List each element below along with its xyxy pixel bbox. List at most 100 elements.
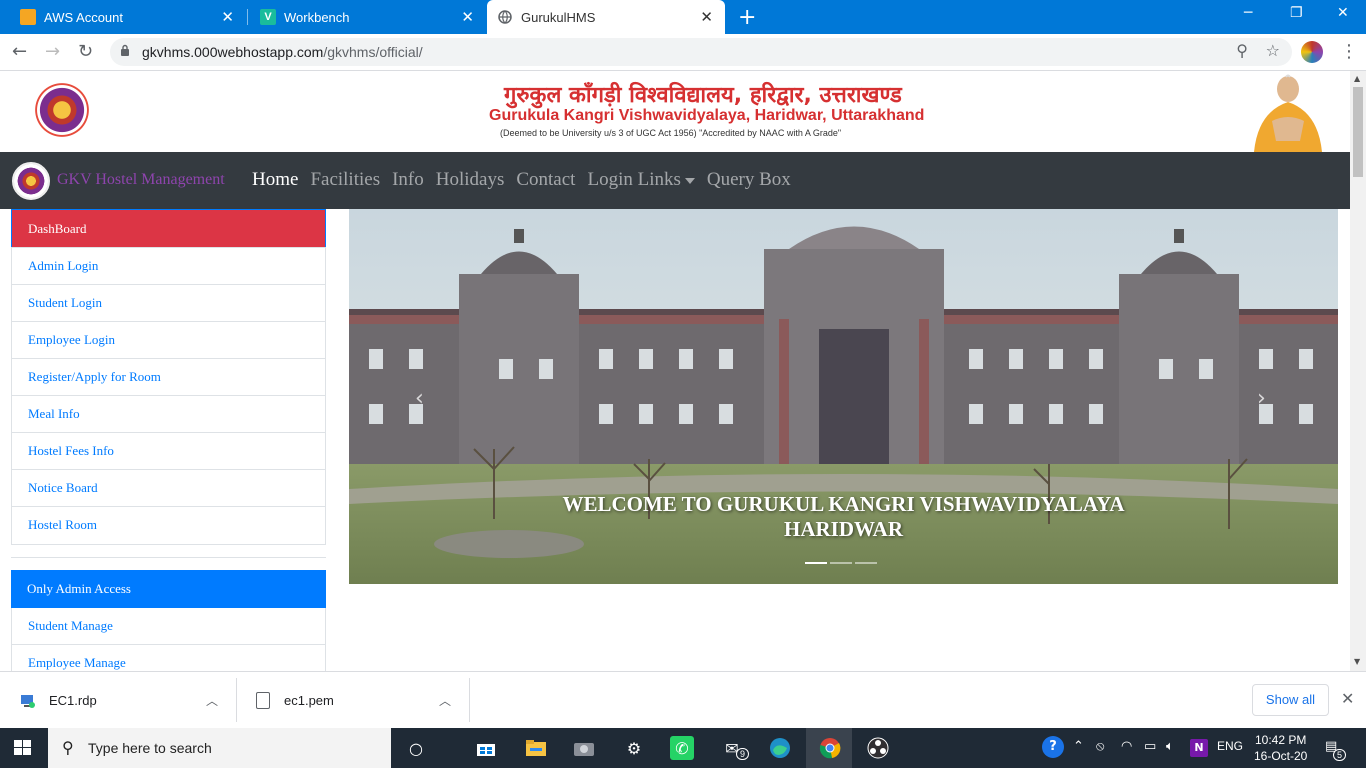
nav-links: Home Facilities Info Holidays Contact Lo… — [252, 169, 803, 191]
obs-icon[interactable] — [866, 736, 890, 760]
close-tab-icon[interactable]: ✕ — [221, 8, 234, 26]
nav-facilities[interactable]: Facilities — [310, 169, 380, 191]
new-tab-plus-icon[interactable]: + — [738, 5, 756, 30]
sidebar-item-student-manage[interactable]: Student Manage — [12, 608, 325, 645]
founder-portrait-image — [1248, 71, 1328, 152]
url-text[interactable]: gkvhms.000webhostapp.com/gkvhms/official… — [142, 44, 423, 60]
chevron-up-icon[interactable]: ︿ — [439, 692, 451, 709]
dashboard-list: Admin Login Student Login Employee Login… — [11, 247, 326, 545]
download-item-ec1-pem[interactable]: ec1.pem ︿ — [256, 672, 451, 729]
back-arrow-icon[interactable]: ← — [12, 41, 27, 62]
remote-desktop-file-icon — [21, 694, 35, 708]
settings-gear-icon[interactable]: ⚙ — [622, 736, 646, 760]
language-indicator[interactable]: ENG — [1217, 739, 1243, 753]
reload-icon[interactable]: ↻ — [78, 41, 93, 62]
file-explorer-icon[interactable] — [524, 736, 548, 760]
sidebar-item-student-login[interactable]: Student Login — [12, 285, 325, 322]
tab-title: Workbench — [284, 9, 350, 25]
taskbar-clock[interactable]: 10:42 PM 16-Oct-20 — [1254, 732, 1307, 764]
chevron-up-tray-icon[interactable]: ⌃ — [1073, 739, 1084, 754]
close-shelf-icon[interactable]: ✕ — [1341, 689, 1354, 708]
download-shelf: EC1.rdp ︿ ec1.pem ︿ Show all ✕ — [0, 671, 1366, 728]
carousel-next-icon[interactable]: › — [1257, 386, 1266, 411]
nav-holidays[interactable]: Holidays — [436, 169, 505, 191]
carousel-caption-line1: WELCOME TO GURUKUL KANGRI VISHWAVIDYALAY… — [562, 492, 1125, 516]
tab-aws-account[interactable]: AWS Account ✕ — [10, 0, 246, 34]
help-question-icon[interactable]: ? — [1042, 736, 1064, 758]
carousel-indicator[interactable] — [805, 562, 827, 564]
address-bar[interactable]: gkvhms.000webhostapp.com/gkvhms/official… — [110, 38, 1292, 66]
windows-taskbar: ⚲ Type here to search ○ ⚙ ✆ ✉ 9 ? ⌃ ⦸ ◠ … — [0, 728, 1366, 768]
globe-icon — [497, 9, 513, 25]
sidebar-item-notice-board[interactable]: Notice Board — [12, 470, 325, 507]
admin-access-header: Only Admin Access — [11, 570, 326, 608]
whatsapp-icon[interactable]: ✆ — [670, 736, 694, 760]
windows-start-icon[interactable] — [14, 740, 32, 756]
download-separator — [236, 678, 237, 722]
navbar-logo[interactable] — [12, 162, 50, 200]
sidebar-item-employee-manage[interactable]: Employee Manage — [12, 645, 325, 671]
profile-avatar[interactable] — [1301, 41, 1323, 63]
network-off-icon[interactable]: ⦸ — [1096, 739, 1104, 754]
sidebar-item-hostel-room[interactable]: Hostel Room — [12, 507, 325, 544]
university-banner: गुरुकुल काँगड़ी विश्वविद्यालय, हरिद्वार,… — [0, 71, 1350, 152]
carousel-prev-icon[interactable]: ‹ — [415, 386, 424, 411]
zoom-icon[interactable]: ⚲ — [1236, 41, 1248, 60]
cortana-icon[interactable]: ○ — [404, 736, 428, 760]
lock-icon — [121, 44, 129, 56]
sidebar-item-admin-login[interactable]: Admin Login — [12, 248, 325, 285]
page-scrollbar[interactable]: ▲ ▼ — [1350, 71, 1366, 671]
browser-tab-strip: AWS Account ✕ V Workbench ✕ GurukulHMS ✕… — [0, 0, 1366, 34]
close-tab-icon[interactable]: ✕ — [700, 8, 713, 26]
store-icon[interactable] — [474, 736, 498, 760]
nav-query-box[interactable]: Query Box — [707, 169, 791, 191]
nav-login-links-dropdown[interactable]: Login Links — [587, 169, 695, 191]
sidebar-item-hostel-fees-info[interactable]: Hostel Fees Info — [12, 433, 325, 470]
sidebar-item-register-apply-room[interactable]: Register/Apply for Room — [12, 359, 325, 396]
scroll-down-icon[interactable]: ▼ — [1354, 657, 1360, 666]
dashboard-header: DashBoard — [11, 209, 326, 247]
tab-workbench[interactable]: V Workbench ✕ — [250, 0, 486, 34]
battery-icon[interactable]: ▭ — [1144, 739, 1156, 754]
nav-info[interactable]: Info — [392, 169, 424, 191]
tab-separator — [247, 9, 248, 25]
camera-icon[interactable] — [572, 736, 596, 760]
carousel-caption-line2: HARIDWAR — [783, 517, 903, 541]
volume-icon[interactable]: 🔈︎ — [1166, 739, 1174, 754]
bookmark-star-icon[interactable]: ☆ — [1266, 41, 1280, 60]
aws-icon — [20, 9, 36, 25]
carousel-indicators — [805, 562, 877, 564]
edge-browser-icon[interactable] — [768, 736, 792, 760]
chrome-browser-icon[interactable] — [818, 736, 842, 760]
nav-home[interactable]: Home — [252, 169, 298, 191]
taskbar-search-box[interactable]: ⚲ Type here to search — [48, 728, 391, 768]
hindi-university-title: गुरुकुल काँगड़ी विश्वविद्यालय, हरिद्वार,… — [504, 83, 902, 108]
show-all-downloads-button[interactable]: Show all — [1252, 684, 1329, 716]
menu-kebab-icon[interactable]: ⋮ — [1340, 41, 1358, 62]
clock-date: 16-Oct-20 — [1254, 749, 1308, 763]
close-tab-icon[interactable]: ✕ — [461, 8, 474, 26]
restore-icon[interactable]: ❐ — [1290, 5, 1303, 21]
tab-gurukulhms[interactable]: GurukulHMS ✕ — [487, 0, 725, 34]
minimize-icon[interactable]: ─ — [1244, 5, 1252, 21]
sidebar-item-meal-info[interactable]: Meal Info — [12, 396, 325, 433]
onenote-icon[interactable]: N — [1190, 739, 1208, 757]
carousel-indicator[interactable] — [830, 562, 852, 564]
sidebar-item-employee-login[interactable]: Employee Login — [12, 322, 325, 359]
url-host: gkvhms.000webhostapp.com — [142, 44, 324, 60]
forward-arrow-icon[interactable]: → — [45, 41, 60, 62]
carousel-indicator[interactable] — [855, 562, 877, 564]
navbar-brand[interactable]: GKV Hostel Management — [57, 171, 225, 189]
close-window-icon[interactable]: ✕ — [1337, 5, 1349, 21]
chevron-up-icon[interactable]: ︿ — [206, 692, 218, 709]
search-icon: ⚲ — [62, 738, 74, 757]
mail-badge: 9 — [736, 748, 750, 760]
wifi-icon[interactable]: ◠ — [1121, 739, 1132, 754]
scroll-up-icon[interactable]: ▲ — [1354, 74, 1360, 83]
main-navbar: GKV Hostel Management Home Facilities In… — [0, 152, 1350, 209]
download-separator — [469, 678, 470, 722]
nav-contact[interactable]: Contact — [516, 169, 575, 191]
page-viewport: गुरुकुल काँगड़ी विश्वविद्यालय, हरिद्वार,… — [0, 71, 1350, 671]
download-item-ec1-rdp[interactable]: EC1.rdp ︿ — [20, 672, 218, 729]
scrollbar-thumb[interactable] — [1353, 87, 1363, 177]
